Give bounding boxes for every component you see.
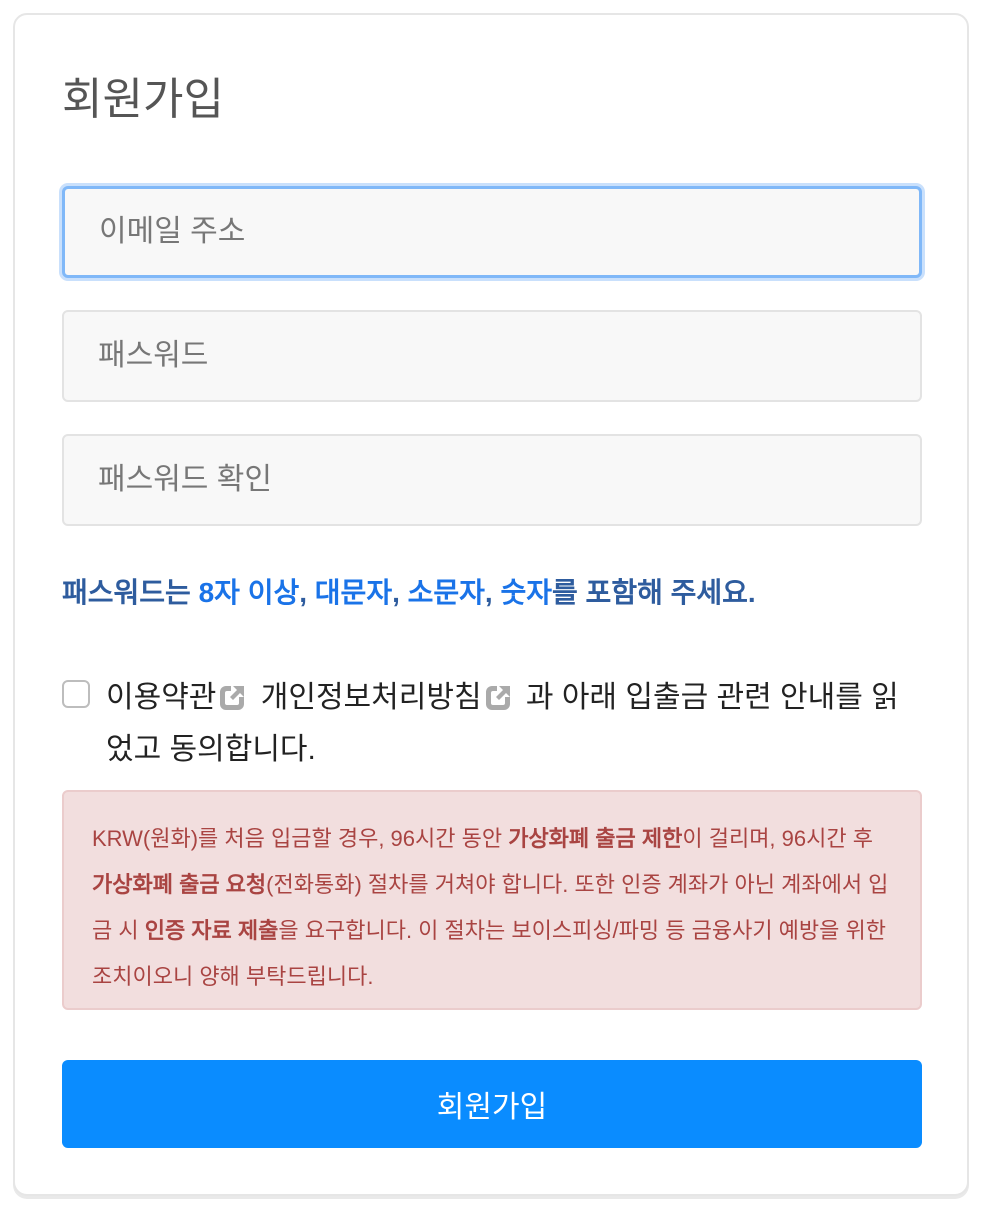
deposit-notice: KRW(원화)를 처음 입금할 경우, 96시간 동안 가상화폐 출금 제한이 … [62,790,922,1010]
hint-upper: 대문자 [314,577,393,608]
hint-suffix: 를 포함해 주세요. [552,577,756,608]
hint-prefix: 패스워드는 [62,577,199,608]
email-input[interactable] [62,186,922,278]
notice-text: 이 걸리며, 96시간 후 [682,826,873,851]
terms-link[interactable]: 이용약관 [106,681,216,714]
agree-checkbox[interactable] [62,680,90,708]
hint-length: 8자 이상 [198,577,300,608]
agreement-text: 이용약관 개인정보처리방침 과 아래 입출금 관련 안내를 읽었고 동의합니다. [106,672,926,776]
hint-lower: 소문자 [407,577,485,608]
password-hint: 패스워드는 8자 이상, 대문자, 소문자, 숫자를 포함해 주세요. [62,573,756,613]
hint-sep: , [484,577,501,608]
notice-bold: 인증 자료 제출 [144,918,279,943]
password-input[interactable] [62,310,922,402]
page-title: 회원가입 [62,75,224,124]
privacy-link[interactable]: 개인정보처리방침 [261,681,482,714]
external-link-icon[interactable] [484,682,514,712]
hint-sep: , [392,577,408,608]
notice-bold: 가상화폐 출금 제한 [508,826,683,851]
hint-digit: 숫자 [500,577,553,608]
notice-bold: 가상화폐 출금 요청 [92,872,267,897]
password-confirm-input[interactable] [62,434,922,526]
notice-text: KRW(원화)를 처음 입금할 경우, 96시간 동안 [92,826,509,851]
external-link-icon[interactable] [218,682,248,712]
signup-button[interactable]: 회원가입 [62,1060,922,1148]
hint-sep: , [299,577,315,608]
